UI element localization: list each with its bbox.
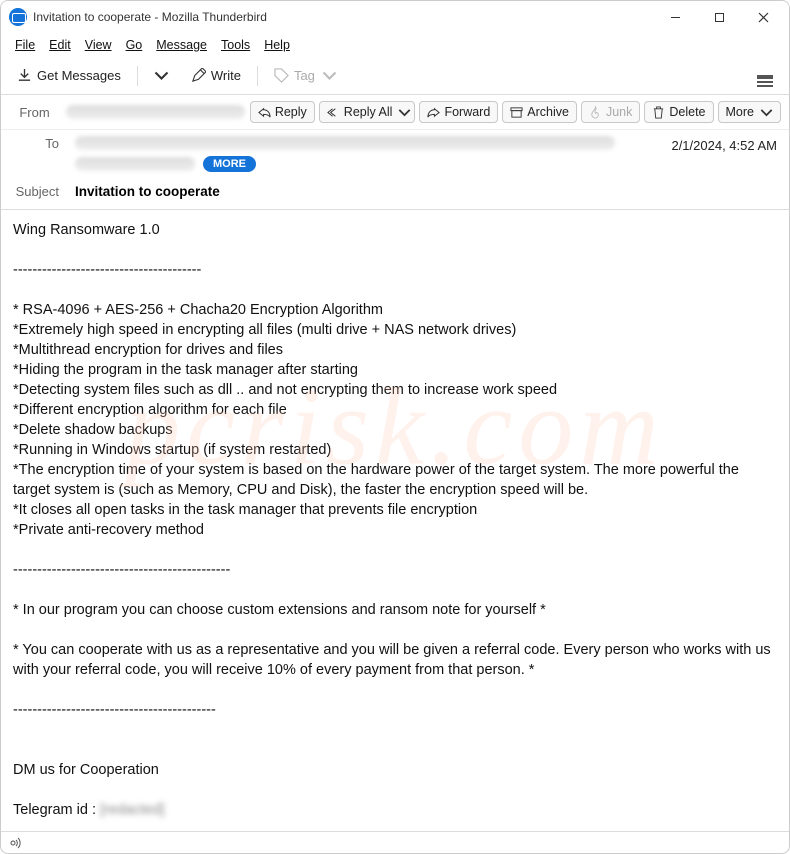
body-paragraph: * You can cooperate with us as a represe… (13, 642, 775, 678)
tag-label: Tag (294, 68, 315, 83)
body-feature: *The encryption time of your system is b… (13, 462, 743, 498)
more-recipients-pill[interactable]: MORE (203, 156, 256, 172)
from-label: From (9, 105, 50, 120)
archive-icon (510, 106, 523, 119)
forward-icon (427, 106, 440, 119)
get-messages-dropdown[interactable] (146, 64, 177, 87)
tag-icon (274, 68, 289, 83)
separator (137, 66, 138, 86)
archive-button[interactable]: Archive (502, 101, 577, 123)
telegram-label: Telegram id : (13, 802, 100, 818)
minimize-button[interactable] (653, 2, 697, 32)
delete-label: Delete (669, 105, 705, 119)
header-from-row: From Reply Reply All Forward Archive (1, 95, 789, 130)
chevron-down-icon (154, 68, 169, 83)
forward-button[interactable]: Forward (419, 101, 498, 123)
app-icon (9, 8, 27, 26)
subject-value: Invitation to cooperate (75, 184, 220, 199)
menu-go[interactable]: Go (120, 36, 149, 54)
archive-label: Archive (527, 105, 569, 119)
body-feature: *Running in Windows startup (if system r… (13, 442, 331, 458)
body-feature: *Hiding the program in the task manager … (13, 362, 358, 378)
maximize-button[interactable] (697, 2, 741, 32)
message-actions: Reply Reply All Forward Archive Junk (250, 101, 781, 123)
junk-label: Junk (606, 105, 632, 119)
reply-all-icon (327, 106, 340, 119)
more-label: More (726, 105, 754, 119)
message-date: 2/1/2024, 4:52 AM (671, 136, 777, 153)
message-body[interactable]: Wing Ransomware 1.0 --------------------… (1, 210, 789, 831)
menu-message[interactable]: Message (150, 36, 213, 54)
menu-edit[interactable]: Edit (43, 36, 77, 54)
get-messages-button[interactable]: Get Messages (9, 64, 129, 87)
write-button[interactable]: Write (183, 64, 249, 87)
chevron-down-icon (322, 68, 337, 83)
body-separator: --------------------------------------- (13, 262, 201, 278)
from-address[interactable] (66, 105, 245, 119)
reply-all-label: Reply All (344, 105, 393, 119)
hamburger-icon (757, 75, 773, 77)
body-feature: *It closes all open tasks in the task ma… (13, 502, 477, 518)
body-title: Wing Ransomware 1.0 (13, 222, 160, 238)
more-button[interactable]: More (718, 101, 781, 123)
telegram-id: [redacted] (100, 802, 165, 818)
body-paragraph: * In our program you can choose custom e… (13, 602, 546, 618)
to-addresses-2[interactable] (75, 157, 195, 171)
reply-icon (258, 106, 271, 119)
body-feature: *Different encryption algorithm for each… (13, 402, 287, 418)
body-separator: ----------------------------------------… (13, 702, 216, 718)
tag-button[interactable]: Tag (266, 64, 345, 87)
header-subject-row: Subject Invitation to cooperate (1, 178, 789, 210)
junk-button[interactable]: Junk (581, 101, 640, 123)
statusbar (1, 831, 789, 853)
window-controls (653, 2, 785, 32)
menubar: File Edit View Go Message Tools Help (1, 33, 789, 57)
body-feature: * RSA-4096 + AES-256 + Chacha20 Encrypti… (13, 302, 383, 318)
to-addresses[interactable] (75, 136, 615, 150)
body-separator: ----------------------------------------… (13, 562, 230, 578)
reply-label: Reply (275, 105, 307, 119)
chevron-down-icon[interactable] (398, 106, 411, 119)
trash-icon (652, 106, 665, 119)
body-feature: *Extremely high speed in encrypting all … (13, 322, 516, 338)
flame-icon (589, 106, 602, 119)
get-messages-label: Get Messages (37, 68, 121, 83)
download-icon (17, 68, 32, 83)
app-menu-button[interactable] (749, 69, 781, 83)
chevron-down-icon (760, 106, 773, 119)
reply-button[interactable]: Reply (250, 101, 315, 123)
menu-tools[interactable]: Tools (215, 36, 256, 54)
window-title: Invitation to cooperate - Mozilla Thunde… (33, 10, 653, 24)
reply-all-button[interactable]: Reply All (319, 101, 416, 123)
app-window: Invitation to cooperate - Mozilla Thunde… (0, 0, 790, 854)
forward-label: Forward (444, 105, 490, 119)
body-feature: *Detecting system files such as dll .. a… (13, 382, 557, 398)
menu-file[interactable]: File (9, 36, 41, 54)
delete-button[interactable]: Delete (644, 101, 713, 123)
body-dm: DM us for Cooperation (13, 762, 159, 778)
menu-help[interactable]: Help (258, 36, 296, 54)
titlebar: Invitation to cooperate - Mozilla Thunde… (1, 1, 789, 33)
separator (257, 66, 258, 86)
menu-view[interactable]: View (79, 36, 118, 54)
to-label: To (9, 136, 59, 151)
body-feature: *Delete shadow backups (13, 422, 173, 438)
close-button[interactable] (741, 2, 785, 32)
pencil-icon (191, 68, 206, 83)
online-status-icon[interactable] (9, 836, 23, 850)
header-to-row: To MORE 2/1/2024, 4:52 AM (1, 130, 789, 178)
subject-label: Subject (9, 184, 59, 199)
toolbar: Get Messages Write Tag (1, 57, 789, 95)
body-feature: *Private anti-recovery method (13, 522, 204, 538)
body-feature: *Multithread encryption for drives and f… (13, 342, 283, 358)
write-label: Write (211, 68, 241, 83)
